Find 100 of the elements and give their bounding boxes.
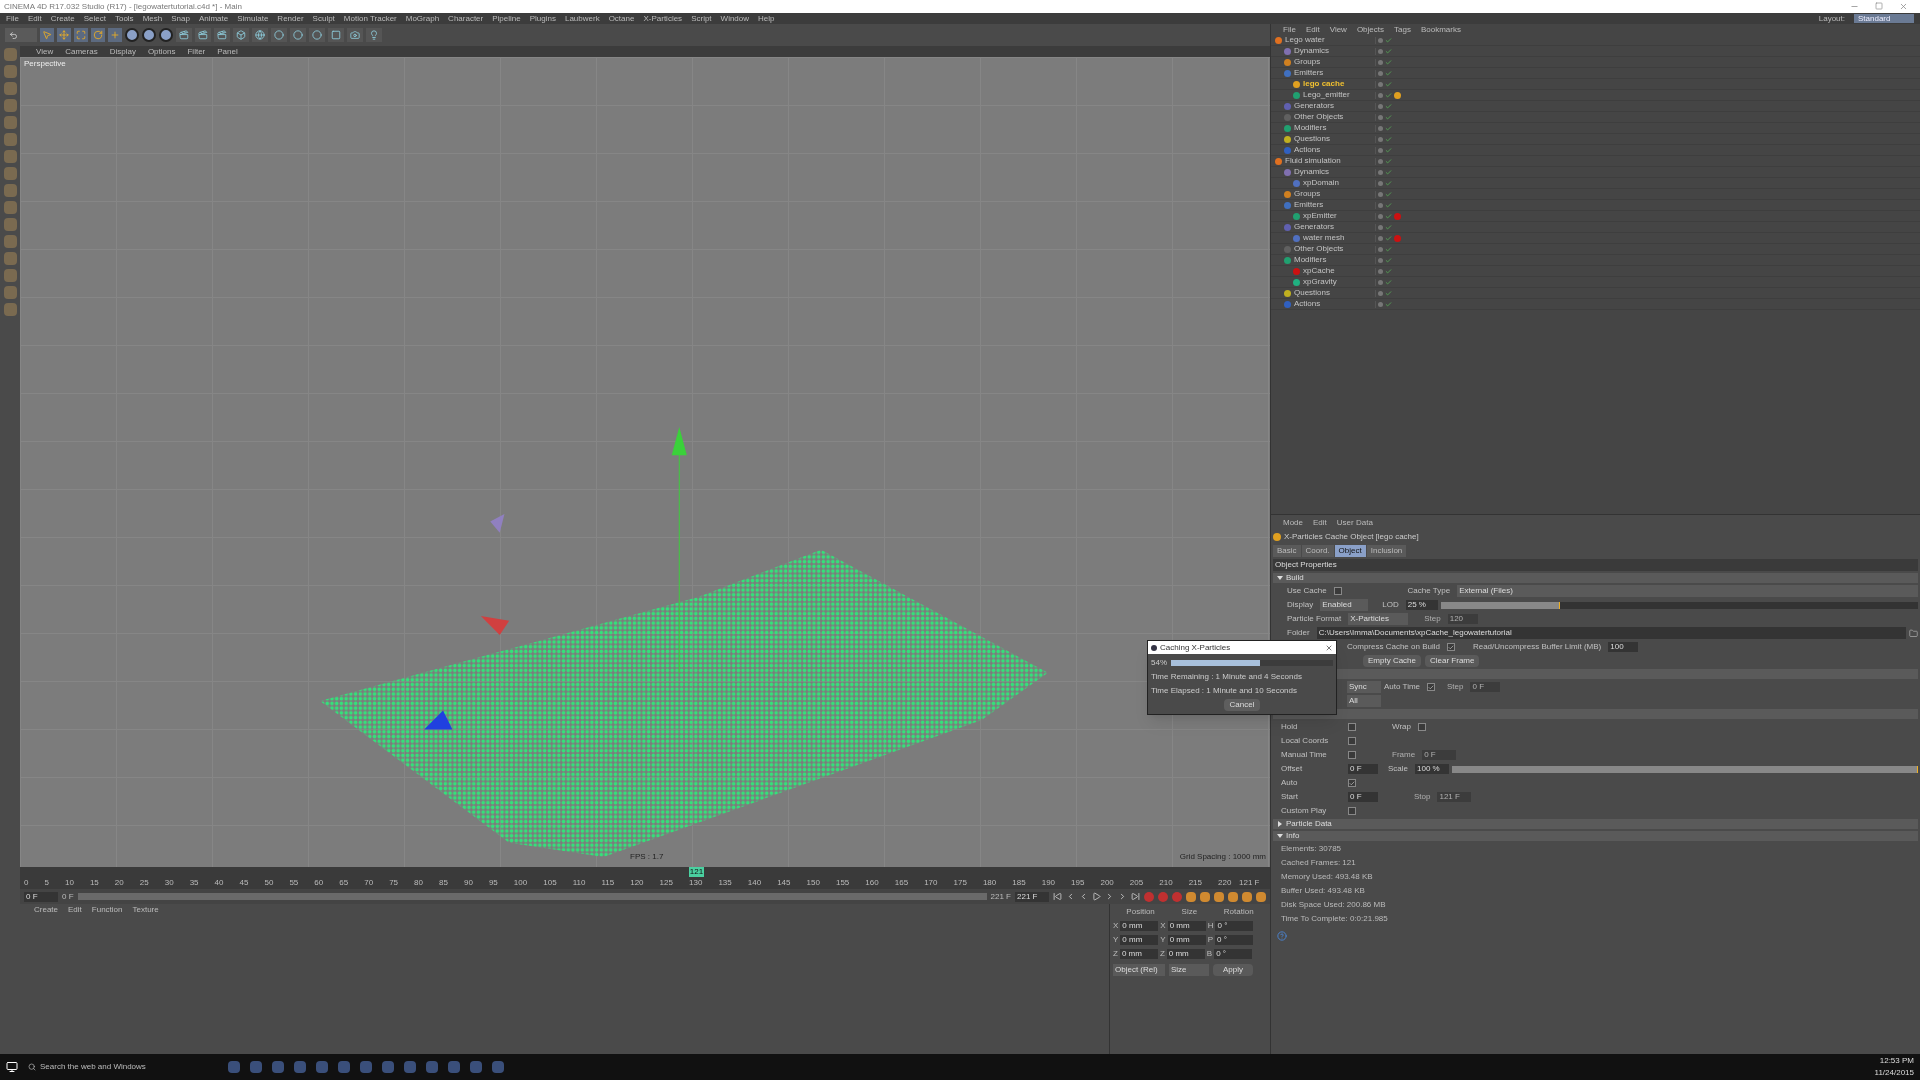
tree-item[interactable]: Questions <box>1294 135 1331 143</box>
number-field[interactable]: 0 mm <box>1167 935 1206 945</box>
menu-item[interactable]: Filter <box>187 45 206 58</box>
menu-item[interactable]: Cameras <box>65 45 98 58</box>
menu-item[interactable]: Motion Tracker <box>343 12 397 25</box>
taskbar-app-icon[interactable] <box>338 1061 350 1073</box>
tool-icon[interactable] <box>3 99 17 112</box>
keyframe-button[interactable] <box>1214 891 1224 902</box>
tree-item[interactable]: xpEmitter <box>1303 212 1337 220</box>
playback-icon[interactable] <box>1131 892 1140 901</box>
menu-item[interactable]: File <box>6 12 19 25</box>
number-field[interactable]: 0 F <box>1470 682 1501 692</box>
taskbar-app-icon[interactable] <box>404 1061 416 1073</box>
tree-item[interactable]: Actions <box>1294 146 1321 154</box>
tool-button[interactable] <box>91 28 105 42</box>
number-field[interactable]: 0 mm <box>1120 921 1159 931</box>
tool-icon[interactable] <box>3 286 17 299</box>
number-field[interactable]: 0 ° <box>1214 949 1253 959</box>
tree-item[interactable]: Emitters <box>1294 69 1324 77</box>
menu-item[interactable]: Mode <box>1283 517 1303 529</box>
menu-item[interactable]: View <box>1329 23 1347 36</box>
tab[interactable]: Basic <box>1273 545 1301 557</box>
toolbar-button[interactable] <box>347 28 363 42</box>
section-header[interactable]: Build <box>1273 573 1918 583</box>
menu-item[interactable]: Edit <box>68 903 82 916</box>
menu-item[interactable]: MoGraph <box>405 12 440 25</box>
tree-item[interactable]: Questions <box>1294 289 1331 297</box>
section-header[interactable]: Info <box>1273 831 1918 841</box>
tool-icon[interactable] <box>3 201 17 214</box>
number-field[interactable]: 0 F <box>1422 750 1457 760</box>
taskbar-app-icon[interactable] <box>470 1061 482 1073</box>
menu-item[interactable]: Sculpt <box>312 12 335 25</box>
close-icon[interactable] <box>1325 643 1333 652</box>
menu-item[interactable]: Pipeline <box>492 12 521 25</box>
number-field[interactable]: 121 F <box>1437 792 1472 802</box>
menu-item[interactable]: Laubwerk <box>564 12 600 25</box>
checkbox[interactable] <box>1333 587 1342 595</box>
tool-icon[interactable] <box>3 235 17 248</box>
taskbar-app-icon[interactable] <box>294 1061 306 1073</box>
tool-icon[interactable] <box>3 116 17 129</box>
menu-item[interactable]: Options <box>147 45 176 58</box>
tree-item[interactable]: Actions <box>1294 300 1321 308</box>
tree-item[interactable]: Generators <box>1294 102 1335 110</box>
tree-item[interactable]: Dynamics <box>1294 47 1330 55</box>
tool-button[interactable] <box>74 28 88 42</box>
tree-item[interactable]: Modifiers <box>1294 256 1327 264</box>
tool-icon[interactable] <box>3 65 17 78</box>
taskbar-app-icon[interactable] <box>426 1061 438 1073</box>
keyframe-button[interactable] <box>1186 891 1196 902</box>
menu-item[interactable]: Mesh <box>142 12 163 25</box>
taskbar-app-icon[interactable] <box>360 1061 372 1073</box>
number-field[interactable]: 0 mm <box>1166 949 1205 959</box>
record-button[interactable] <box>1144 891 1154 902</box>
tool-button[interactable] <box>57 28 71 42</box>
tree-item[interactable]: Lego water <box>1285 36 1325 44</box>
cache-button[interactable]: Clear Frame <box>1425 655 1480 667</box>
taskbar-app-icon[interactable] <box>448 1061 460 1073</box>
tool-icon[interactable] <box>3 48 17 61</box>
scale-slider[interactable] <box>1452 765 1918 773</box>
number-field[interactable]: 0 mm <box>1120 935 1159 945</box>
toolbar-button[interactable] <box>214 28 230 42</box>
axis-lock-button[interactable] <box>125 28 139 42</box>
frame-range-slider[interactable] <box>77 893 987 900</box>
menu-item[interactable]: Render <box>277 12 304 25</box>
cache-type-dropdown[interactable]: External (Files) <box>1457 585 1918 597</box>
apply-button[interactable]: Apply <box>1213 964 1253 976</box>
keyframe-button[interactable] <box>1242 891 1252 902</box>
number-field[interactable]: 221 F <box>1015 891 1049 902</box>
lod-slider[interactable] <box>1440 601 1918 609</box>
menu-item[interactable]: Help <box>758 12 775 25</box>
toolbar-button[interactable] <box>271 28 287 42</box>
tree-item[interactable]: Dynamics <box>1294 168 1330 176</box>
number-field[interactable]: 100 <box>1608 642 1639 652</box>
layout-dropdown[interactable]: Standard <box>1854 14 1914 23</box>
toolbar-button[interactable] <box>252 28 268 42</box>
section-header[interactable]: Particle Data <box>1273 819 1918 829</box>
taskbar-app-icon[interactable] <box>228 1061 240 1073</box>
playback-icon[interactable] <box>1053 892 1062 901</box>
checkbox[interactable] <box>1427 683 1435 691</box>
toolbar-button[interactable] <box>290 28 306 42</box>
tool-icon[interactable] <box>3 269 17 282</box>
menu-item[interactable]: Edit <box>1305 23 1320 36</box>
mode-dropdown[interactable]: Object (Rel) <box>1113 964 1165 976</box>
checkbox[interactable] <box>1348 723 1356 731</box>
toolbar-button[interactable] <box>309 28 325 42</box>
tree-item[interactable]: xpDomain <box>1303 179 1339 187</box>
checkbox[interactable] <box>1348 737 1356 745</box>
number-field[interactable]: 0 mm <box>1167 921 1206 931</box>
folder-icon[interactable] <box>1909 628 1918 638</box>
menu-item[interactable]: X-Particles <box>643 12 683 25</box>
undo-button[interactable] <box>5 28 37 42</box>
tree-item[interactable]: Generators <box>1294 223 1335 231</box>
tree-item[interactable]: water mesh <box>1303 234 1345 242</box>
start-icon[interactable] <box>6 1061 18 1073</box>
number-field[interactable]: 100 % <box>1415 764 1449 774</box>
menu-item[interactable]: User Data <box>1336 517 1373 529</box>
menu-item[interactable]: Window <box>720 12 750 25</box>
cancel-button[interactable]: Cancel <box>1223 699 1261 711</box>
menu-item[interactable]: Snap <box>171 12 190 25</box>
display-dropdown[interactable]: Enabled <box>1320 599 1369 611</box>
